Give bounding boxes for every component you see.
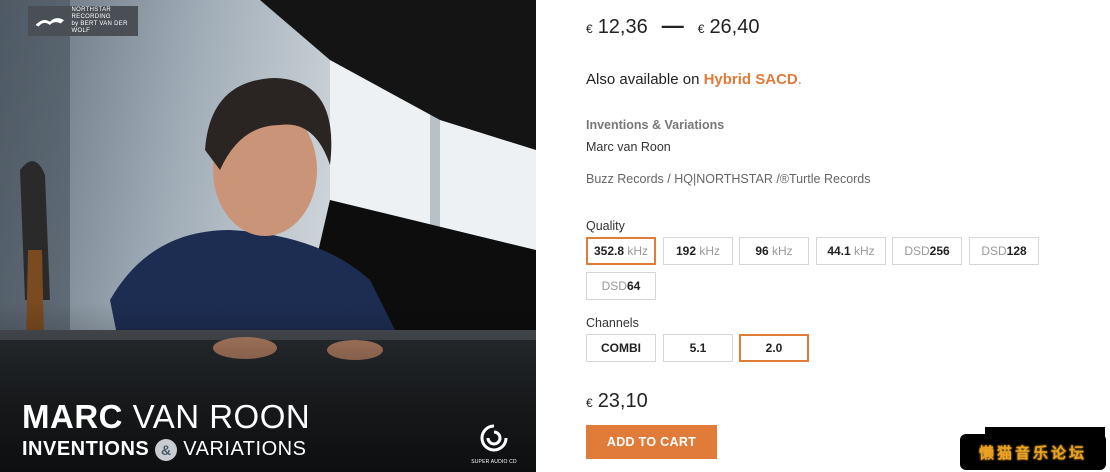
- dsd-prefix: DSD: [601, 279, 627, 293]
- final-price-value: 23,10: [597, 390, 648, 412]
- sacd-disc-icon: [480, 424, 508, 452]
- channel-option-combi[interactable]: COMBI: [586, 334, 656, 362]
- channel-label: COMBI: [601, 341, 641, 355]
- quality-value: 192: [675, 244, 696, 258]
- channel-label: 5.1: [689, 341, 707, 355]
- also-prefix: Also available on: [586, 71, 700, 88]
- sacd-logo: SUPER AUDIO CD: [466, 424, 522, 465]
- price-range: € 12,36 — € 26,40: [586, 13, 760, 39]
- quality-value: 44.1: [827, 244, 851, 258]
- currency-symbol: €: [586, 22, 593, 36]
- dsd-prefix: DSD: [904, 244, 930, 258]
- quality-option-352-8[interactable]: 352.8 kHz: [586, 237, 656, 265]
- ampersand-badge: &: [155, 438, 178, 461]
- channel-option-2-0[interactable]: 2.0: [739, 334, 809, 362]
- quality-unit: kHz: [627, 244, 649, 258]
- dsd-rate: 128: [1006, 244, 1027, 258]
- price-min: 12,36: [597, 16, 648, 38]
- hybrid-sacd-link[interactable]: Hybrid SACD: [704, 71, 798, 88]
- channels-label: Channels: [586, 316, 639, 330]
- sacd-text: SUPER AUDIO CD: [471, 459, 517, 465]
- quality-unit: kHz: [699, 244, 721, 258]
- quality-value: 96: [755, 244, 769, 258]
- channel-option-5-1[interactable]: 5.1: [663, 334, 733, 362]
- also-suffix: .: [797, 71, 802, 88]
- dsd-prefix: DSD: [981, 244, 1007, 258]
- channel-label: 2.0: [765, 341, 783, 355]
- watermark-text: 懒猫音乐论坛: [978, 443, 1087, 462]
- currency-symbol: €: [697, 22, 705, 36]
- quality-value: 352.8: [593, 244, 624, 258]
- quality-option-96[interactable]: 96 kHz: [739, 237, 809, 265]
- cover-title-bold: INVENTIONS: [22, 438, 150, 460]
- album-cover: NORTHSTAR RECORDING by BERT VAN DER WOLF…: [0, 0, 536, 472]
- quality-unit: kHz: [854, 244, 875, 258]
- quality-option-dsd64[interactable]: DSD 64: [586, 272, 656, 300]
- cover-title-thin: VARIATIONS: [183, 438, 307, 460]
- dsd-rate: 64: [626, 279, 641, 293]
- price-max: 26,40: [709, 16, 760, 38]
- final-price: € 23,10: [586, 390, 648, 413]
- bird-icon: [35, 18, 64, 27]
- quality-option-44-1[interactable]: 44.1 kHz: [816, 237, 886, 265]
- label-line-3: by BERT VAN DER WOLF: [71, 21, 128, 34]
- quality-unit: kHz: [772, 244, 793, 258]
- range-dash: —: [661, 13, 684, 38]
- dsd-rate: 256: [929, 244, 950, 258]
- label-line-1: NORTHSTAR: [71, 7, 112, 13]
- cover-artist: MARC VAN ROON: [22, 398, 310, 436]
- cover-artist-thin: VAN ROON: [132, 398, 311, 435]
- quality-label: Quality: [586, 219, 625, 233]
- artist-name[interactable]: Marc van Roon: [586, 140, 671, 154]
- add-to-cart-button[interactable]: ADD TO CART: [586, 425, 717, 459]
- album-title: Inventions & Variations: [586, 118, 725, 132]
- quality-option-192[interactable]: 192 kHz: [663, 237, 733, 265]
- cover-artist-bold: MARC: [22, 398, 123, 435]
- cover-title: INVENTIONS & VARIATIONS: [22, 438, 306, 461]
- forum-watermark: 懒猫音乐论坛: [960, 434, 1106, 470]
- currency-symbol: €: [586, 396, 593, 410]
- northstar-logo: NORTHSTAR RECORDING by BERT VAN DER WOLF: [28, 6, 138, 36]
- record-labels: Buzz Records / HQ|NORTHSTAR /®Turtle Rec…: [586, 172, 871, 186]
- quality-option-dsd128[interactable]: DSD 128: [969, 237, 1039, 265]
- also-available: Also available on Hybrid SACD.: [586, 71, 802, 88]
- label-line-2: RECORDING: [71, 14, 111, 20]
- quality-option-dsd256[interactable]: DSD 256: [892, 237, 962, 265]
